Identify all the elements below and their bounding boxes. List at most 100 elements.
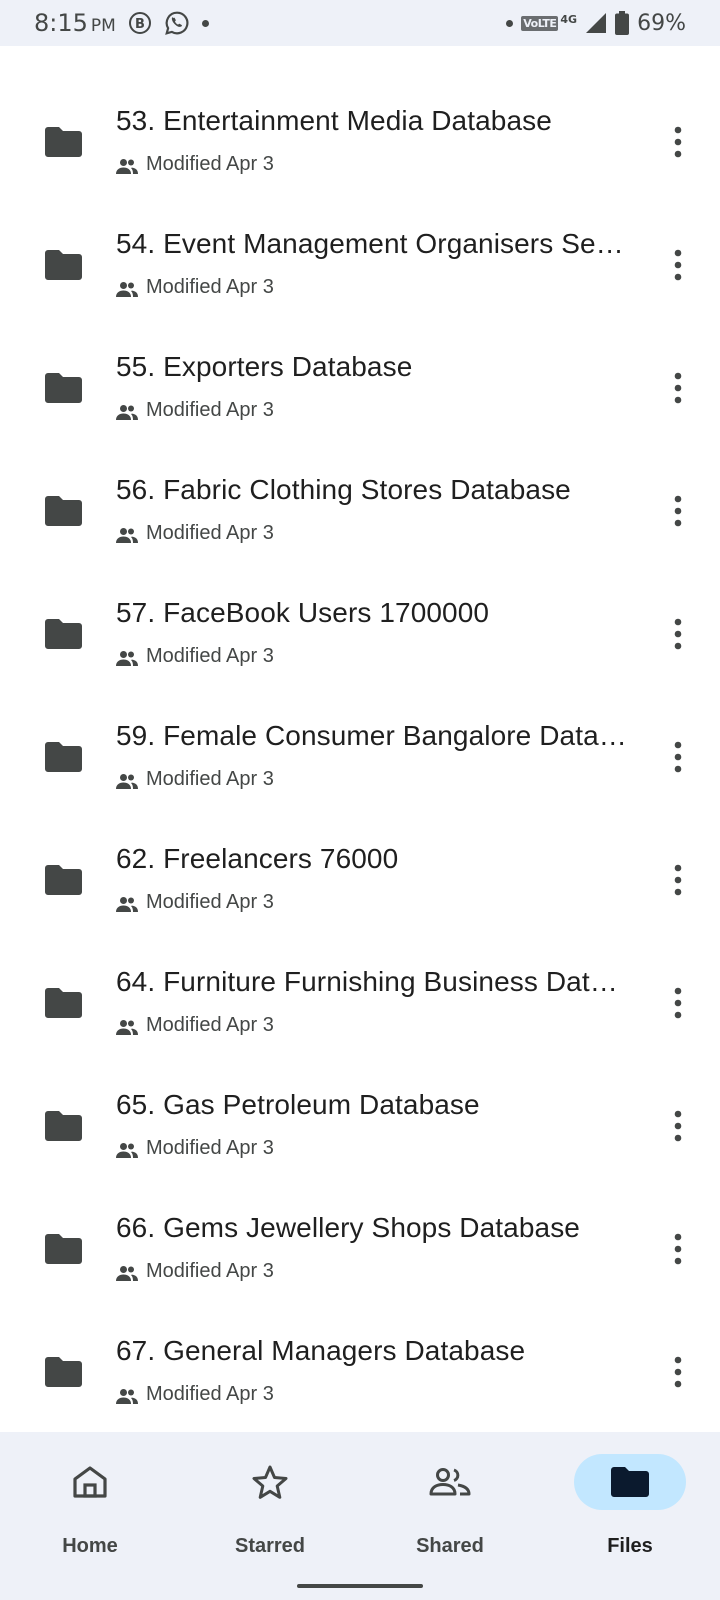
gesture-handle[interactable] [297, 1584, 423, 1588]
file-name: 53. Entertainment Media Database [116, 105, 552, 136]
folder-icon [45, 250, 82, 280]
modified-date: Modified Apr 3 [146, 1014, 274, 1036]
shared-people-icon [116, 895, 138, 912]
shared-people-icon [116, 1387, 138, 1404]
file-name: 54. Event Management Organisers Ser… [116, 228, 630, 259]
more-vert-icon [674, 741, 682, 773]
folder-nav-icon [611, 1467, 649, 1497]
home-icon [73, 1466, 107, 1498]
file-name: 62. Freelancers 76000 [116, 843, 399, 874]
nav-files-label: Files [607, 1535, 653, 1557]
file-meta: Modified Apr 3 [116, 1260, 274, 1283]
shared-people-icon [116, 772, 138, 789]
network-type: 4G [560, 12, 578, 26]
more-options-button[interactable] [658, 735, 698, 779]
modified-date: Modified Apr 3 [146, 1383, 274, 1405]
shared-people-icon [116, 157, 138, 174]
modified-date: Modified Apr 3 [146, 768, 274, 790]
volte-badge: VoLTE [521, 15, 559, 31]
file-row[interactable]: 57. FaceBook Users 1700000 Modified Apr … [0, 572, 720, 695]
modified-date: Modified Apr 3 [146, 153, 274, 175]
file-meta: Modified Apr 3 [116, 153, 274, 176]
modified-date: Modified Apr 3 [146, 891, 274, 913]
more-options-button[interactable] [658, 1227, 698, 1271]
modified-date: Modified Apr 3 [146, 276, 274, 298]
signal-icon [585, 12, 607, 34]
folder-icon [45, 496, 82, 526]
file-list: 53. Entertainment Media Database Modifie… [0, 80, 720, 1433]
nav-shared-label: Shared [416, 1535, 484, 1557]
modified-date: Modified Apr 3 [146, 1260, 274, 1282]
battery-icon [615, 11, 630, 35]
more-options-button[interactable] [658, 612, 698, 656]
more-vert-icon [674, 1233, 682, 1265]
file-row[interactable]: 66. Gems Jewellery Shops Database Modifi… [0, 1187, 720, 1310]
file-row[interactable]: 64. Furniture Furnishing Business Data… … [0, 941, 720, 1064]
folder-icon [45, 1357, 82, 1387]
file-row[interactable]: 62. Freelancers 76000 Modified Apr 3 [0, 818, 720, 941]
more-options-button[interactable] [658, 243, 698, 287]
file-name: 57. FaceBook Users 1700000 [116, 597, 490, 628]
modified-date: Modified Apr 3 [146, 1137, 274, 1159]
status-bar: 8:15 PM B VoLTE 4G 69% [0, 0, 720, 46]
more-options-button[interactable] [658, 981, 698, 1025]
status-bar-left: 8:15 PM B [34, 9, 209, 37]
file-row[interactable]: 53. Entertainment Media Database Modifie… [0, 80, 720, 203]
svg-text:B: B [135, 17, 145, 32]
nav-home-label: Home [62, 1535, 118, 1557]
folder-icon [45, 988, 82, 1018]
more-options-button[interactable] [658, 1104, 698, 1148]
file-meta: Modified Apr 3 [116, 768, 274, 791]
whatsapp-icon [164, 10, 190, 36]
shared-people-icon [116, 649, 138, 666]
more-options-button[interactable] [658, 120, 698, 164]
b-notification-icon: B [128, 11, 152, 35]
folder-icon [45, 865, 82, 895]
shared-people-icon [116, 403, 138, 420]
nav-home[interactable]: Home [0, 1432, 180, 1562]
file-meta: Modified Apr 3 [116, 399, 274, 422]
clock-ampm: PM [90, 16, 116, 36]
more-vert-icon [674, 987, 682, 1019]
shared-people-icon [116, 280, 138, 297]
file-meta: Modified Apr 3 [116, 522, 274, 545]
folder-icon [45, 1111, 82, 1141]
more-vert-icon [674, 495, 682, 527]
file-row[interactable]: 55. Exporters Database Modified Apr 3 [0, 326, 720, 449]
modified-date: Modified Apr 3 [146, 522, 274, 544]
more-options-button[interactable] [658, 1350, 698, 1394]
folder-icon [45, 619, 82, 649]
file-name: 64. Furniture Furnishing Business Data… [116, 966, 630, 997]
file-name: 65. Gas Petroleum Database [116, 1089, 480, 1120]
file-row[interactable]: 65. Gas Petroleum Database Modified Apr … [0, 1064, 720, 1187]
more-options-button[interactable] [658, 489, 698, 533]
nav-shared[interactable]: Shared [360, 1432, 540, 1562]
file-row[interactable]: 56. Fabric Clothing Stores Database Modi… [0, 449, 720, 572]
file-row[interactable]: 67. General Managers Database Modified A… [0, 1310, 720, 1433]
nav-files[interactable]: Files [540, 1432, 720, 1562]
more-vert-icon [674, 1356, 682, 1388]
shared-people-icon [116, 1264, 138, 1281]
bottom-navigation: Home Starred Shared Files [0, 1432, 720, 1600]
people-icon-wrap [394, 1454, 506, 1510]
shared-people-icon [116, 526, 138, 543]
file-row[interactable]: 59. Female Consumer Bangalore Datab… Mod… [0, 695, 720, 818]
clock: 8:15 PM [34, 9, 116, 37]
home-icon-wrap [34, 1454, 146, 1510]
status-bar-right: VoLTE 4G 69% [506, 11, 686, 36]
file-row[interactable]: 54. Event Management Organisers Ser… Mod… [0, 203, 720, 326]
more-options-button[interactable] [658, 858, 698, 902]
nav-starred[interactable]: Starred [180, 1432, 360, 1562]
nav-starred-label: Starred [234, 1535, 306, 1557]
file-name: 59. Female Consumer Bangalore Datab… [116, 720, 630, 751]
shared-people-icon [116, 1141, 138, 1158]
star-icon-wrap [214, 1454, 326, 1510]
file-name: 55. Exporters Database [116, 351, 413, 382]
file-meta: Modified Apr 3 [116, 1137, 274, 1160]
more-vert-icon [674, 618, 682, 650]
indicator-dot-icon [506, 19, 514, 27]
more-vert-icon [674, 249, 682, 281]
folder-icon [45, 1234, 82, 1264]
file-meta: Modified Apr 3 [116, 645, 274, 668]
more-options-button[interactable] [658, 366, 698, 410]
